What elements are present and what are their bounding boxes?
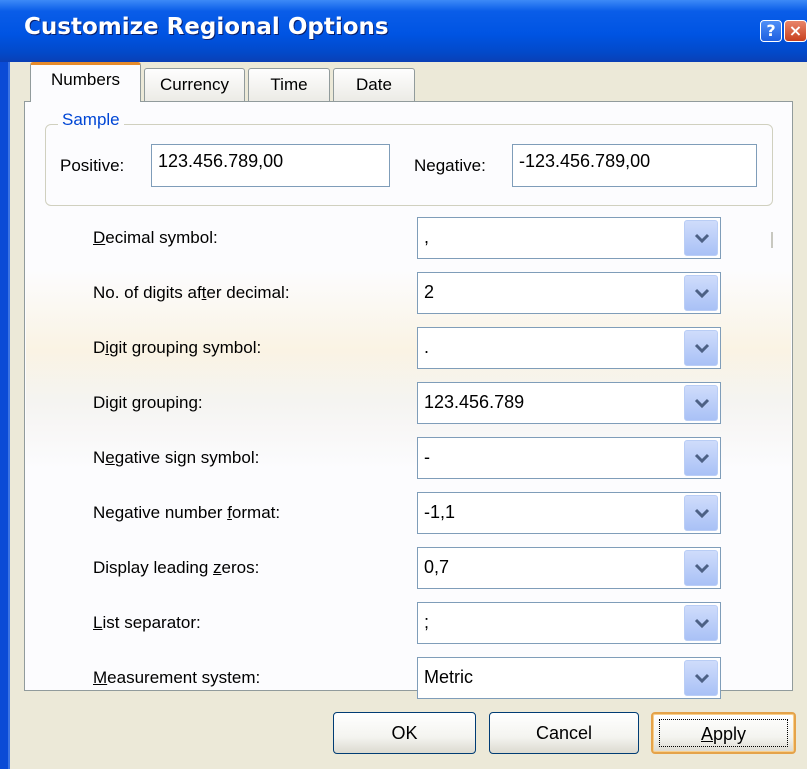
positive-sample-value: 123.456.789,00 — [158, 151, 284, 171]
digit-grouping-value: 123.456.789 — [424, 392, 525, 412]
chevron-down-icon — [694, 288, 710, 299]
list-separator-dropdown[interactable]: ; — [417, 602, 721, 644]
digit-grouping-symbol-label: Digit grouping symbol: — [93, 338, 262, 357]
dropdown-button[interactable] — [684, 550, 718, 586]
list-separator-value: ; — [424, 612, 430, 632]
window-frame-left-highlight — [8, 62, 10, 769]
dropdown-button[interactable] — [684, 220, 718, 256]
dropdown-button[interactable] — [684, 330, 718, 366]
measurement-system-label: Measurement system: — [93, 668, 261, 687]
close-button[interactable]: × — [784, 20, 807, 42]
digits-after-decimal-label: No. of digits after decimal: — [93, 283, 290, 302]
scrollbar-hint — [771, 232, 773, 248]
ok-button[interactable]: OK — [333, 712, 476, 754]
list-separator-label: List separator: — [93, 613, 201, 632]
positive-label: Positive: — [60, 156, 125, 175]
negative-sign-symbol-value: - — [424, 447, 430, 467]
chevron-down-icon — [694, 453, 710, 464]
dropdown-button[interactable] — [684, 385, 718, 421]
tab-currency[interactable]: Currency — [144, 68, 245, 101]
negative-number-format-value: -1,1 — [424, 502, 456, 522]
negative-number-format-dropdown[interactable]: -1,1 — [417, 492, 721, 534]
dropdown-button[interactable] — [684, 605, 718, 641]
close-icon: × — [788, 21, 803, 40]
positive-sample-field: 123.456.789,00 — [151, 144, 390, 187]
negative-number-format-label: Negative number format: — [93, 503, 281, 522]
dropdown-button[interactable] — [684, 495, 718, 531]
negative-sign-symbol-dropdown[interactable]: - — [417, 437, 721, 479]
negative-sample-value: -123.456.789,00 — [519, 151, 651, 171]
decimal-symbol-dropdown[interactable]: , — [417, 217, 721, 259]
digit-grouping-symbol-dropdown[interactable]: . — [417, 327, 721, 369]
tab-date[interactable]: Date — [333, 68, 415, 101]
chevron-down-icon — [694, 343, 710, 354]
measurement-system-value: Metric — [424, 667, 473, 687]
sample-group-legend: Sample — [58, 110, 124, 130]
tab-time[interactable]: Time — [248, 68, 330, 101]
chevron-down-icon — [694, 233, 710, 244]
cancel-button-label: Cancel — [535, 723, 593, 743]
help-button[interactable]: ? — [760, 20, 782, 42]
chevron-down-icon — [694, 398, 710, 409]
negative-label: Negative: — [414, 156, 486, 175]
digit-grouping-label: Digit grouping: — [93, 393, 203, 412]
negative-sign-symbol-label: Negative sign symbol: — [93, 448, 260, 467]
title-bar[interactable]: Customize Regional Options ? × — [0, 0, 807, 62]
digit-grouping-dropdown[interactable]: 123.456.789 — [417, 382, 721, 424]
digits-after-decimal-dropdown[interactable]: 2 — [417, 272, 721, 314]
decimal-symbol-label: Decimal symbol: — [93, 228, 218, 247]
display-leading-zeros-dropdown[interactable]: 0,7 — [417, 547, 721, 589]
chevron-down-icon — [694, 563, 710, 574]
negative-sample-field: -123.456.789,00 — [512, 144, 757, 187]
dropdown-button[interactable] — [684, 660, 718, 696]
ok-button-label: OK — [391, 723, 418, 743]
tab-numbers[interactable]: Numbers — [30, 62, 141, 102]
chevron-down-icon — [694, 673, 710, 684]
help-icon: ? — [766, 21, 776, 40]
measurement-system-dropdown[interactable]: Metric — [417, 657, 721, 699]
apply-button-label: Apply — [700, 724, 747, 744]
chevron-down-icon — [694, 508, 710, 519]
apply-button[interactable]: Apply — [651, 712, 796, 754]
tab-label: Numbers — [51, 70, 120, 89]
dropdown-button[interactable] — [684, 275, 718, 311]
window-title: Customize Regional Options — [24, 14, 389, 40]
digit-grouping-symbol-value: . — [424, 337, 430, 357]
chevron-down-icon — [694, 618, 710, 629]
decimal-symbol-value: , — [424, 227, 430, 247]
cancel-button[interactable]: Cancel — [489, 712, 639, 754]
tab-label: Date — [356, 75, 392, 94]
digits-after-decimal-value: 2 — [424, 282, 435, 302]
window-frame-left — [0, 62, 8, 769]
display-leading-zeros-value: 0,7 — [424, 557, 450, 577]
dropdown-button[interactable] — [684, 440, 718, 476]
display-leading-zeros-label: Display leading zeros: — [93, 558, 260, 577]
tab-label: Currency — [160, 75, 229, 94]
tab-label: Time — [270, 75, 308, 94]
